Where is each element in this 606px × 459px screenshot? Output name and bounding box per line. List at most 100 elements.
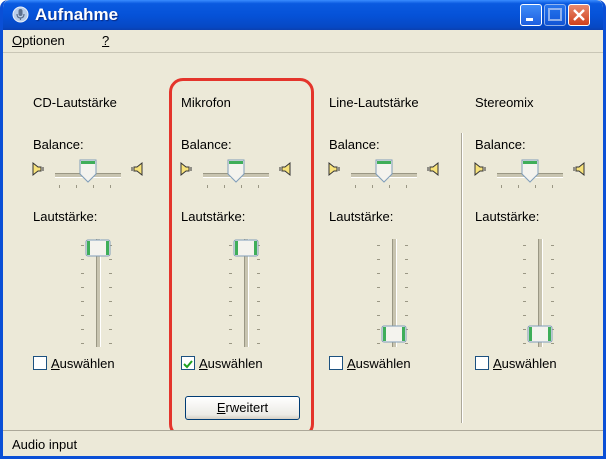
volume-tick [109, 329, 112, 330]
select-label-mnemonic: A [493, 356, 502, 371]
maximize-button[interactable] [544, 4, 566, 26]
volume-tick [523, 259, 526, 260]
speaker-left-icon [32, 161, 44, 177]
volume-slider-thumb[interactable] [381, 325, 407, 343]
volume-tick [523, 287, 526, 288]
volume-tick [81, 259, 84, 260]
balance-tick [59, 185, 60, 188]
volume-tick [377, 259, 380, 260]
select-checkbox[interactable] [475, 356, 489, 370]
balance-slider-thumb[interactable] [78, 158, 98, 184]
menu-options[interactable]: Optionen [12, 33, 65, 48]
volume-tick [109, 301, 112, 302]
volume-tick [523, 315, 526, 316]
minimize-button[interactable] [520, 4, 542, 26]
balance-tick [389, 185, 390, 188]
select-label-mnemonic: A [347, 356, 356, 371]
speaker-left-icon [474, 161, 486, 177]
volume-tick [551, 273, 554, 274]
select-checkbox[interactable] [33, 356, 47, 370]
volume-slider-thumb[interactable] [527, 325, 553, 343]
menu-help[interactable]: ? [102, 33, 109, 48]
select-label-rest: uswählen [59, 356, 115, 371]
channel-2: Line-Lautstärke Balance: Lautstärke: Auswäh… [328, 53, 475, 423]
speaker-right-icon [131, 161, 143, 177]
select-label[interactable]: Auswählen [493, 356, 557, 371]
balance-tick [535, 185, 536, 188]
volume-tick [377, 301, 380, 302]
volume-tick [109, 315, 112, 316]
volume-tick [523, 273, 526, 274]
volume-tick [405, 273, 408, 274]
balance-slider-thumb[interactable] [374, 158, 394, 184]
channel-title: Line-Lautstärke [329, 95, 419, 110]
balance-tick [552, 185, 553, 188]
volume-tick [523, 343, 526, 344]
volume-tick [405, 315, 408, 316]
balance-tick [501, 185, 502, 188]
speaker-right-icon [573, 161, 585, 177]
select-label-rest: uswählen [501, 356, 557, 371]
close-button[interactable] [568, 4, 590, 26]
select-label-mnemonic: A [51, 356, 60, 371]
volume-tick [109, 287, 112, 288]
select-checkbox[interactable] [329, 356, 343, 370]
volume-tick [405, 301, 408, 302]
volume-tick [109, 273, 112, 274]
balance-label: Balance: [33, 137, 84, 152]
status-bar: Audio input [3, 430, 603, 456]
volume-tick [377, 273, 380, 274]
close-icon [573, 9, 585, 21]
volume-label: Lautstärke: [475, 209, 540, 224]
recording-control-window: Aufnahme Optionen ? CD-Lautstärke Balance… [0, 0, 606, 459]
volume-tick [551, 301, 554, 302]
status-text: Audio input [12, 437, 78, 452]
window-title: Aufnahme [35, 5, 119, 24]
volume-tick [551, 245, 554, 246]
balance-label: Balance: [329, 137, 380, 152]
menu-options-rest: ptionen [22, 33, 65, 48]
balance-tick [110, 185, 111, 188]
select-label-rest: uswählen [355, 356, 411, 371]
channel-3: Stereomix Balance: Lautstärke: Auswählen [474, 53, 603, 423]
volume-tick [81, 287, 84, 288]
volume-tick [377, 315, 380, 316]
volume-tick [405, 245, 408, 246]
menu-bar: Optionen ? [3, 30, 603, 53]
volume-tick [551, 343, 554, 344]
volume-tick [551, 259, 554, 260]
balance-label: Balance: [475, 137, 526, 152]
volume-tick [551, 287, 554, 288]
volume-tick [523, 329, 526, 330]
volume-slider-thumb[interactable] [85, 239, 111, 257]
volume-tick [109, 343, 112, 344]
minimize-icon [526, 18, 533, 21]
title-bar[interactable]: Aufnahme [3, 0, 603, 30]
volume-tick [81, 273, 84, 274]
volume-tick [405, 259, 408, 260]
speaker-right-icon [427, 161, 439, 177]
channel-title: Stereomix [475, 95, 534, 110]
highlight-frame [169, 78, 314, 438]
menu-options-mnemonic: O [12, 33, 23, 48]
balance-tick [406, 185, 407, 188]
volume-tick [405, 343, 408, 344]
volume-label: Lautstärke: [329, 209, 394, 224]
select-label[interactable]: Auswählen [347, 356, 411, 371]
balance-slider-thumb[interactable] [520, 158, 540, 184]
select-label[interactable]: Auswählen [51, 356, 115, 371]
volume-tick [81, 343, 84, 344]
volume-tick [81, 315, 84, 316]
microphone-icon[interactable] [12, 6, 29, 23]
volume-tick [377, 329, 380, 330]
channel-title: CD-Lautstärke [33, 95, 117, 110]
volume-tick [377, 245, 380, 246]
balance-tick [355, 185, 356, 188]
volume-tick [523, 245, 526, 246]
volume-label: Lautstärke: [33, 209, 98, 224]
channel-separator [461, 133, 463, 423]
volume-tick [81, 301, 84, 302]
balance-tick [372, 185, 373, 188]
maximize-icon [548, 8, 562, 21]
volume-tick [109, 259, 112, 260]
